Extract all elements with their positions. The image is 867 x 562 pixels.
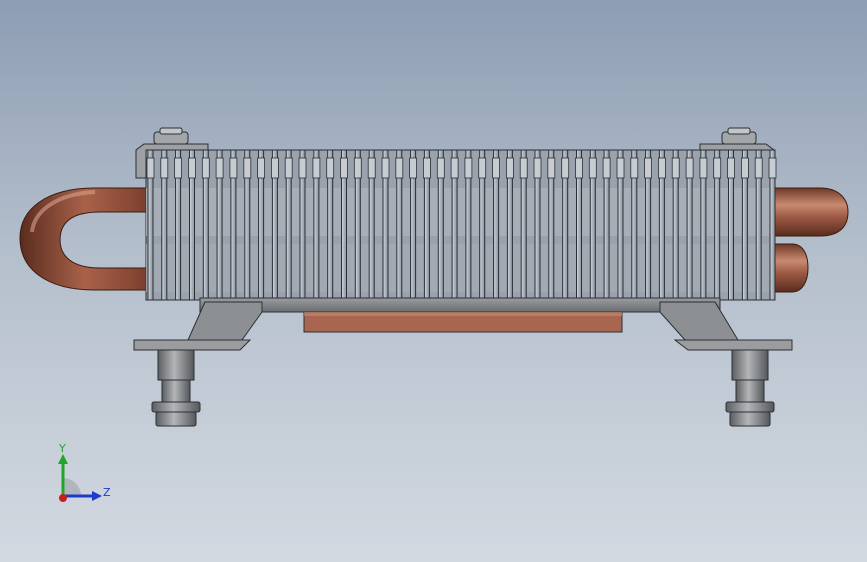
fin-tab: [713, 157, 722, 179]
fin-tab: [353, 157, 362, 179]
fin-tab: [602, 157, 611, 179]
fin-tab: [243, 157, 252, 179]
lower-pipe-band: [146, 244, 774, 292]
fin-tab: [422, 157, 431, 179]
fin-tab: [326, 157, 335, 179]
left-u-bend-pipe: [19, 187, 151, 291]
fin-tab: [464, 157, 473, 179]
z-axis-label: Z: [103, 486, 111, 499]
z-axis-arrow: [92, 491, 102, 501]
fin-tab: [478, 157, 487, 179]
fin-tab: [188, 157, 196, 179]
fin-tab: [298, 157, 307, 179]
y-axis-arrow: [58, 454, 68, 464]
fin-tab: [699, 157, 708, 179]
fin-tab: [561, 157, 570, 179]
fin-tab: [644, 157, 652, 179]
fin-tab: [340, 157, 348, 179]
fin-tab: [160, 157, 169, 179]
fin-tab: [768, 157, 777, 179]
fin-tab: [395, 157, 404, 179]
fin-tab: [754, 157, 763, 179]
right-mounting-post: [725, 349, 775, 427]
fin-tab: [409, 157, 418, 179]
fin-tab: [519, 157, 528, 179]
y-axis-label: Y: [59, 442, 66, 455]
fin-tab: [533, 157, 542, 179]
fin-tab: [616, 157, 625, 179]
left-mounting-post: [151, 349, 201, 427]
fin-tab: [658, 157, 666, 179]
fin-tab: [201, 157, 210, 179]
fin-tab: [505, 157, 514, 179]
view-orientation-triad[interactable]: Y Z: [48, 440, 118, 510]
fin-tab: [381, 157, 390, 179]
fin-tab: [685, 157, 694, 179]
fin-tab: [630, 157, 639, 179]
fin-tab: [741, 157, 749, 179]
fin-tab: [547, 157, 556, 179]
fin-tab: [727, 157, 735, 179]
fin-tab: [367, 157, 376, 179]
fin-tab: [588, 157, 597, 179]
fin-tab: [270, 157, 279, 179]
graphics-viewport[interactable]: Y Z: [0, 0, 867, 562]
fin-tab: [257, 157, 266, 179]
upper-pipe-band: [146, 188, 774, 236]
fin-tab: [284, 157, 293, 179]
copper-plate-highlight: [304, 312, 622, 316]
fin-tab: [575, 157, 583, 179]
heatsink-model[interactable]: [0, 0, 867, 562]
x-axis-dot: [59, 494, 67, 502]
fin-tab: [492, 157, 501, 179]
fin-tab: [450, 157, 459, 179]
fin-tab: [229, 157, 238, 179]
triad-plane-quadrant: [63, 478, 81, 496]
fin-tab: [312, 157, 321, 179]
fin-tab: [671, 157, 680, 179]
fin-tab: [146, 157, 155, 179]
fin-tab: [436, 157, 445, 179]
fin-tab: [215, 157, 224, 179]
fin-tab: [174, 157, 183, 179]
